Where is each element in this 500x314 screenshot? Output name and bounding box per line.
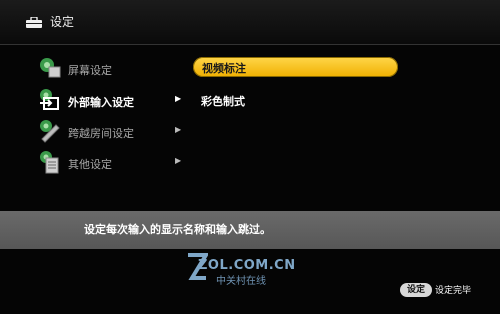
menu-item-other-settings[interactable]: 其他设定 ▶ (38, 150, 188, 176)
menu-item-screen-settings[interactable]: 屏幕设定 (38, 56, 188, 82)
menu-item-label: 屏幕设定 (68, 64, 112, 77)
menu-item-external-input[interactable]: 外部输入设定 ▶ (38, 88, 188, 114)
submenu-option-video-label[interactable]: 视频标注 (193, 57, 398, 77)
menu-item-label: 跨越房间设定 (68, 127, 134, 140)
chevron-right-icon: ▶ (175, 125, 182, 134)
menu-item-label: 其他设定 (68, 158, 112, 171)
info-text: 设定每次输入的显示名称和输入跳过。 (84, 223, 271, 236)
page-title: 设定 (50, 15, 75, 29)
menu-item-label: 外部输入设定 (68, 96, 134, 109)
settings-key-badge[interactable]: 设定 (400, 283, 432, 297)
watermark: ZOL.COM.CN 中关村在线 (186, 252, 326, 288)
watermark-text: ZOL.COM.CN (198, 258, 296, 273)
other-settings-icon (40, 151, 59, 174)
chevron-right-icon: ▶ (175, 156, 182, 165)
submenu-option-label: 视频标注 (202, 62, 246, 75)
header-bar: 设定 (0, 0, 500, 44)
info-bar: 设定每次输入的显示名称和输入跳过。 (0, 211, 500, 249)
watermark-subtext: 中关村在线 (216, 276, 266, 287)
header-divider (0, 44, 500, 45)
footer-hint: 设定完毕 (435, 286, 472, 296)
room-link-icon (40, 120, 60, 143)
toolbox-icon (26, 17, 42, 28)
menu-item-room-link[interactable]: 跨越房间设定 ▶ (38, 119, 188, 145)
external-input-icon (40, 89, 59, 110)
screen-settings-icon (40, 58, 61, 78)
submenu-option-color-system[interactable]: 彩色制式 (201, 93, 245, 109)
chevron-right-icon: ▶ (175, 94, 182, 103)
